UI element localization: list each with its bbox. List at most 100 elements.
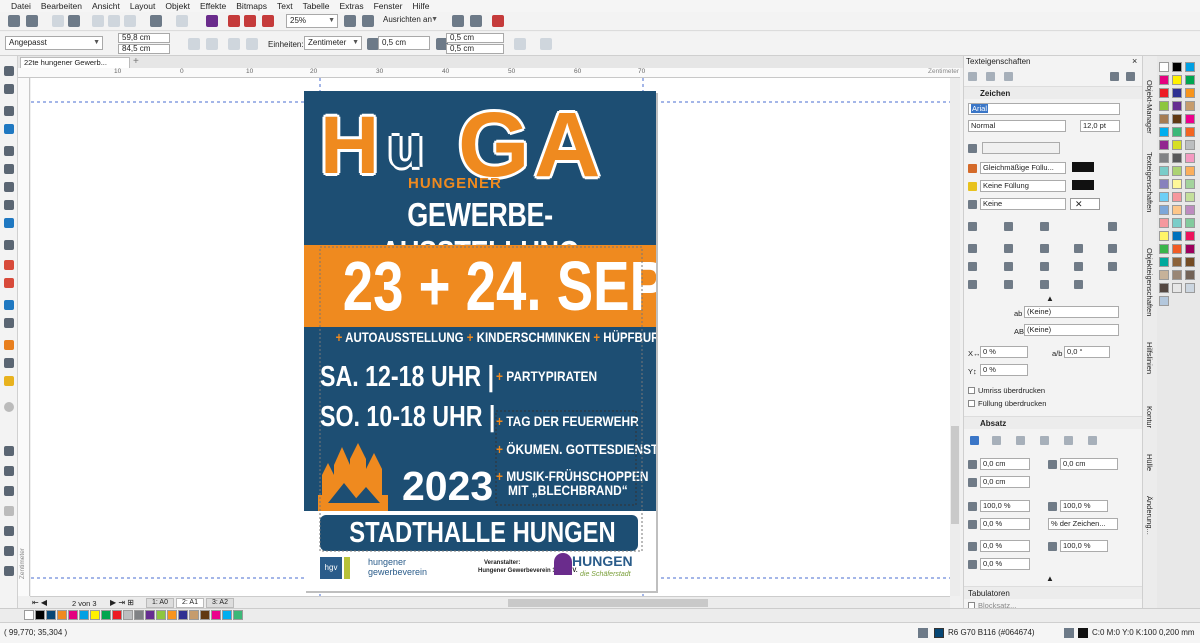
fill-color-swatch[interactable] — [1072, 162, 1094, 172]
y-shift-input[interactable]: 0 % — [980, 364, 1028, 376]
import-icon[interactable] — [228, 15, 240, 27]
palette-swatch[interactable] — [1159, 153, 1169, 163]
parallel-dimension-icon[interactable] — [4, 260, 14, 270]
font-dropdown[interactable]: Arial — [968, 103, 1120, 115]
document-swatch[interactable] — [156, 610, 166, 620]
document-tab[interactable]: 22te hungener Gewerb... — [20, 57, 130, 68]
export-icon[interactable] — [244, 15, 256, 27]
justify-icon[interactable] — [1064, 436, 1073, 445]
page-size-dropdown[interactable]: Angepasst ▼ — [5, 36, 103, 50]
panel-close-icon[interactable]: × — [1132, 56, 1137, 66]
palette-swatch[interactable] — [1185, 205, 1195, 215]
char-section-header[interactable]: Zeichen — [964, 86, 1143, 99]
document-swatch[interactable] — [24, 610, 34, 620]
font-size-input[interactable]: 12,0 pt — [1080, 120, 1120, 132]
palette-swatch[interactable] — [1159, 296, 1169, 306]
word-spacing-input[interactable]: 100,0 % — [1060, 540, 1108, 552]
palette-swatch[interactable] — [1159, 179, 1169, 189]
landscape-icon[interactable] — [206, 38, 218, 50]
pick-tool-icon[interactable] — [4, 66, 14, 76]
zoom-page-icon[interactable] — [4, 526, 14, 536]
palette-swatch[interactable] — [1185, 101, 1195, 111]
discretionary-icon[interactable] — [968, 280, 977, 289]
para-icon[interactable] — [986, 72, 995, 81]
palette-swatch[interactable] — [1172, 179, 1182, 189]
smart-fill-icon[interactable] — [4, 376, 14, 386]
palette-swatch[interactable] — [1159, 101, 1169, 111]
palette-swatch[interactable] — [1185, 270, 1195, 280]
alternate-icon[interactable] — [1074, 280, 1083, 289]
spacing-after-input[interactable]: 100,0 % — [1060, 500, 1108, 512]
snap-to-dropdown[interactable]: Ausrichten an ▼ — [380, 14, 440, 28]
palette-swatch[interactable] — [1185, 166, 1195, 176]
background-fill-dropdown[interactable]: Keine Füllung — [980, 180, 1066, 192]
paragraph-expand-icon[interactable]: ▲ — [1046, 574, 1054, 583]
ornaments-icon[interactable] — [1108, 244, 1117, 253]
page-tool-icon[interactable] — [4, 446, 14, 456]
palette-swatch[interactable] — [1185, 153, 1195, 163]
save-icon[interactable] — [52, 15, 64, 27]
line-spacing-input[interactable]: 0,0 % — [980, 518, 1030, 530]
menu-bitmaps[interactable]: Bitmaps — [231, 0, 272, 12]
palette-swatch[interactable] — [1172, 88, 1182, 98]
frame-icon[interactable] — [1004, 72, 1013, 81]
char-spacing-input[interactable]: 0,0 % — [980, 540, 1030, 552]
document-swatch[interactable] — [123, 610, 133, 620]
superscript-icon[interactable] — [1004, 222, 1013, 231]
palette-swatch[interactable] — [1172, 166, 1182, 176]
char-icon[interactable] — [968, 72, 977, 81]
interactive-fill-icon[interactable] — [4, 358, 14, 368]
page-tab[interactable]: 1: A0 — [146, 598, 174, 608]
connector-tool-icon[interactable] — [4, 278, 14, 288]
background-color-swatch[interactable] — [1072, 180, 1094, 190]
eyedropper-icon[interactable] — [4, 340, 14, 350]
contextual-icon[interactable] — [1108, 262, 1117, 271]
page-tab[interactable]: 3: A2 — [206, 598, 234, 608]
document-swatch[interactable] — [112, 610, 122, 620]
document-swatch[interactable] — [46, 610, 56, 620]
page-height-input[interactable]: 84,5 cm — [118, 44, 170, 54]
swash-icon[interactable] — [968, 262, 977, 271]
force-justify-icon[interactable] — [1088, 436, 1097, 445]
docker-tab-envelope[interactable]: Hülle — [1145, 454, 1154, 471]
document-swatch[interactable] — [79, 610, 89, 620]
palette-swatch[interactable] — [1159, 218, 1169, 228]
font-style-dropdown[interactable]: Normal — [968, 120, 1066, 132]
palette-swatch[interactable] — [1172, 192, 1182, 202]
zoom-fit-icon[interactable] — [4, 506, 14, 516]
overprint-fill-checkbox[interactable] — [968, 400, 975, 407]
palette-swatch[interactable] — [1172, 257, 1182, 267]
page-nav-buttons[interactable]: ⇤ ◀ — [32, 598, 47, 607]
spacing-before-input[interactable]: 100,0 % — [980, 500, 1030, 512]
welcome-icon[interactable] — [452, 15, 464, 27]
vertical-ruler[interactable]: Zentimeter — [18, 78, 30, 596]
settings-icon[interactable] — [1110, 72, 1119, 81]
zoom-height-icon[interactable] — [4, 566, 14, 576]
palette-swatch[interactable] — [1159, 114, 1169, 124]
application-launcher-icon[interactable] — [492, 15, 504, 27]
page-next-buttons[interactable]: ▶ ⇥ ⊞ — [110, 598, 134, 607]
spacing-mode-dropdown[interactable]: % der Zeichen... — [1048, 518, 1118, 530]
document-swatch[interactable] — [233, 610, 243, 620]
full-screen-icon[interactable] — [344, 15, 356, 27]
fill-dropdown[interactable]: Gleichmäßige Füllu... — [980, 162, 1066, 174]
align-left-icon[interactable] — [992, 436, 1001, 445]
vertical-scrollbar[interactable] — [950, 78, 960, 596]
paste-icon[interactable] — [124, 15, 136, 27]
palette-swatch[interactable] — [1172, 283, 1182, 293]
ellipse-tool-icon[interactable] — [4, 200, 14, 210]
language-spacing-input[interactable]: 0,0 % — [980, 558, 1030, 570]
add-tool-icon[interactable] — [4, 402, 14, 412]
shape-tool-icon[interactable] — [4, 84, 14, 94]
stylistic-icon[interactable] — [1004, 262, 1013, 271]
first-line-input[interactable]: 0,0 cm — [1060, 458, 1118, 470]
menu-bearbeiten[interactable]: Bearbeiten — [36, 0, 87, 12]
menu-objekt[interactable]: Objekt — [160, 0, 195, 12]
palette-swatch[interactable] — [1159, 244, 1169, 254]
overline-dropdown[interactable]: (Keine) — [1024, 324, 1119, 336]
expand-chevron-icon[interactable]: ▲ — [1046, 294, 1054, 303]
palette-swatch[interactable] — [1159, 88, 1169, 98]
palette-swatch[interactable] — [1172, 75, 1182, 85]
zoom-tool-icon[interactable] — [4, 124, 14, 134]
docker-tab-object-properties[interactable]: Objekteigenschaften — [1145, 248, 1154, 316]
